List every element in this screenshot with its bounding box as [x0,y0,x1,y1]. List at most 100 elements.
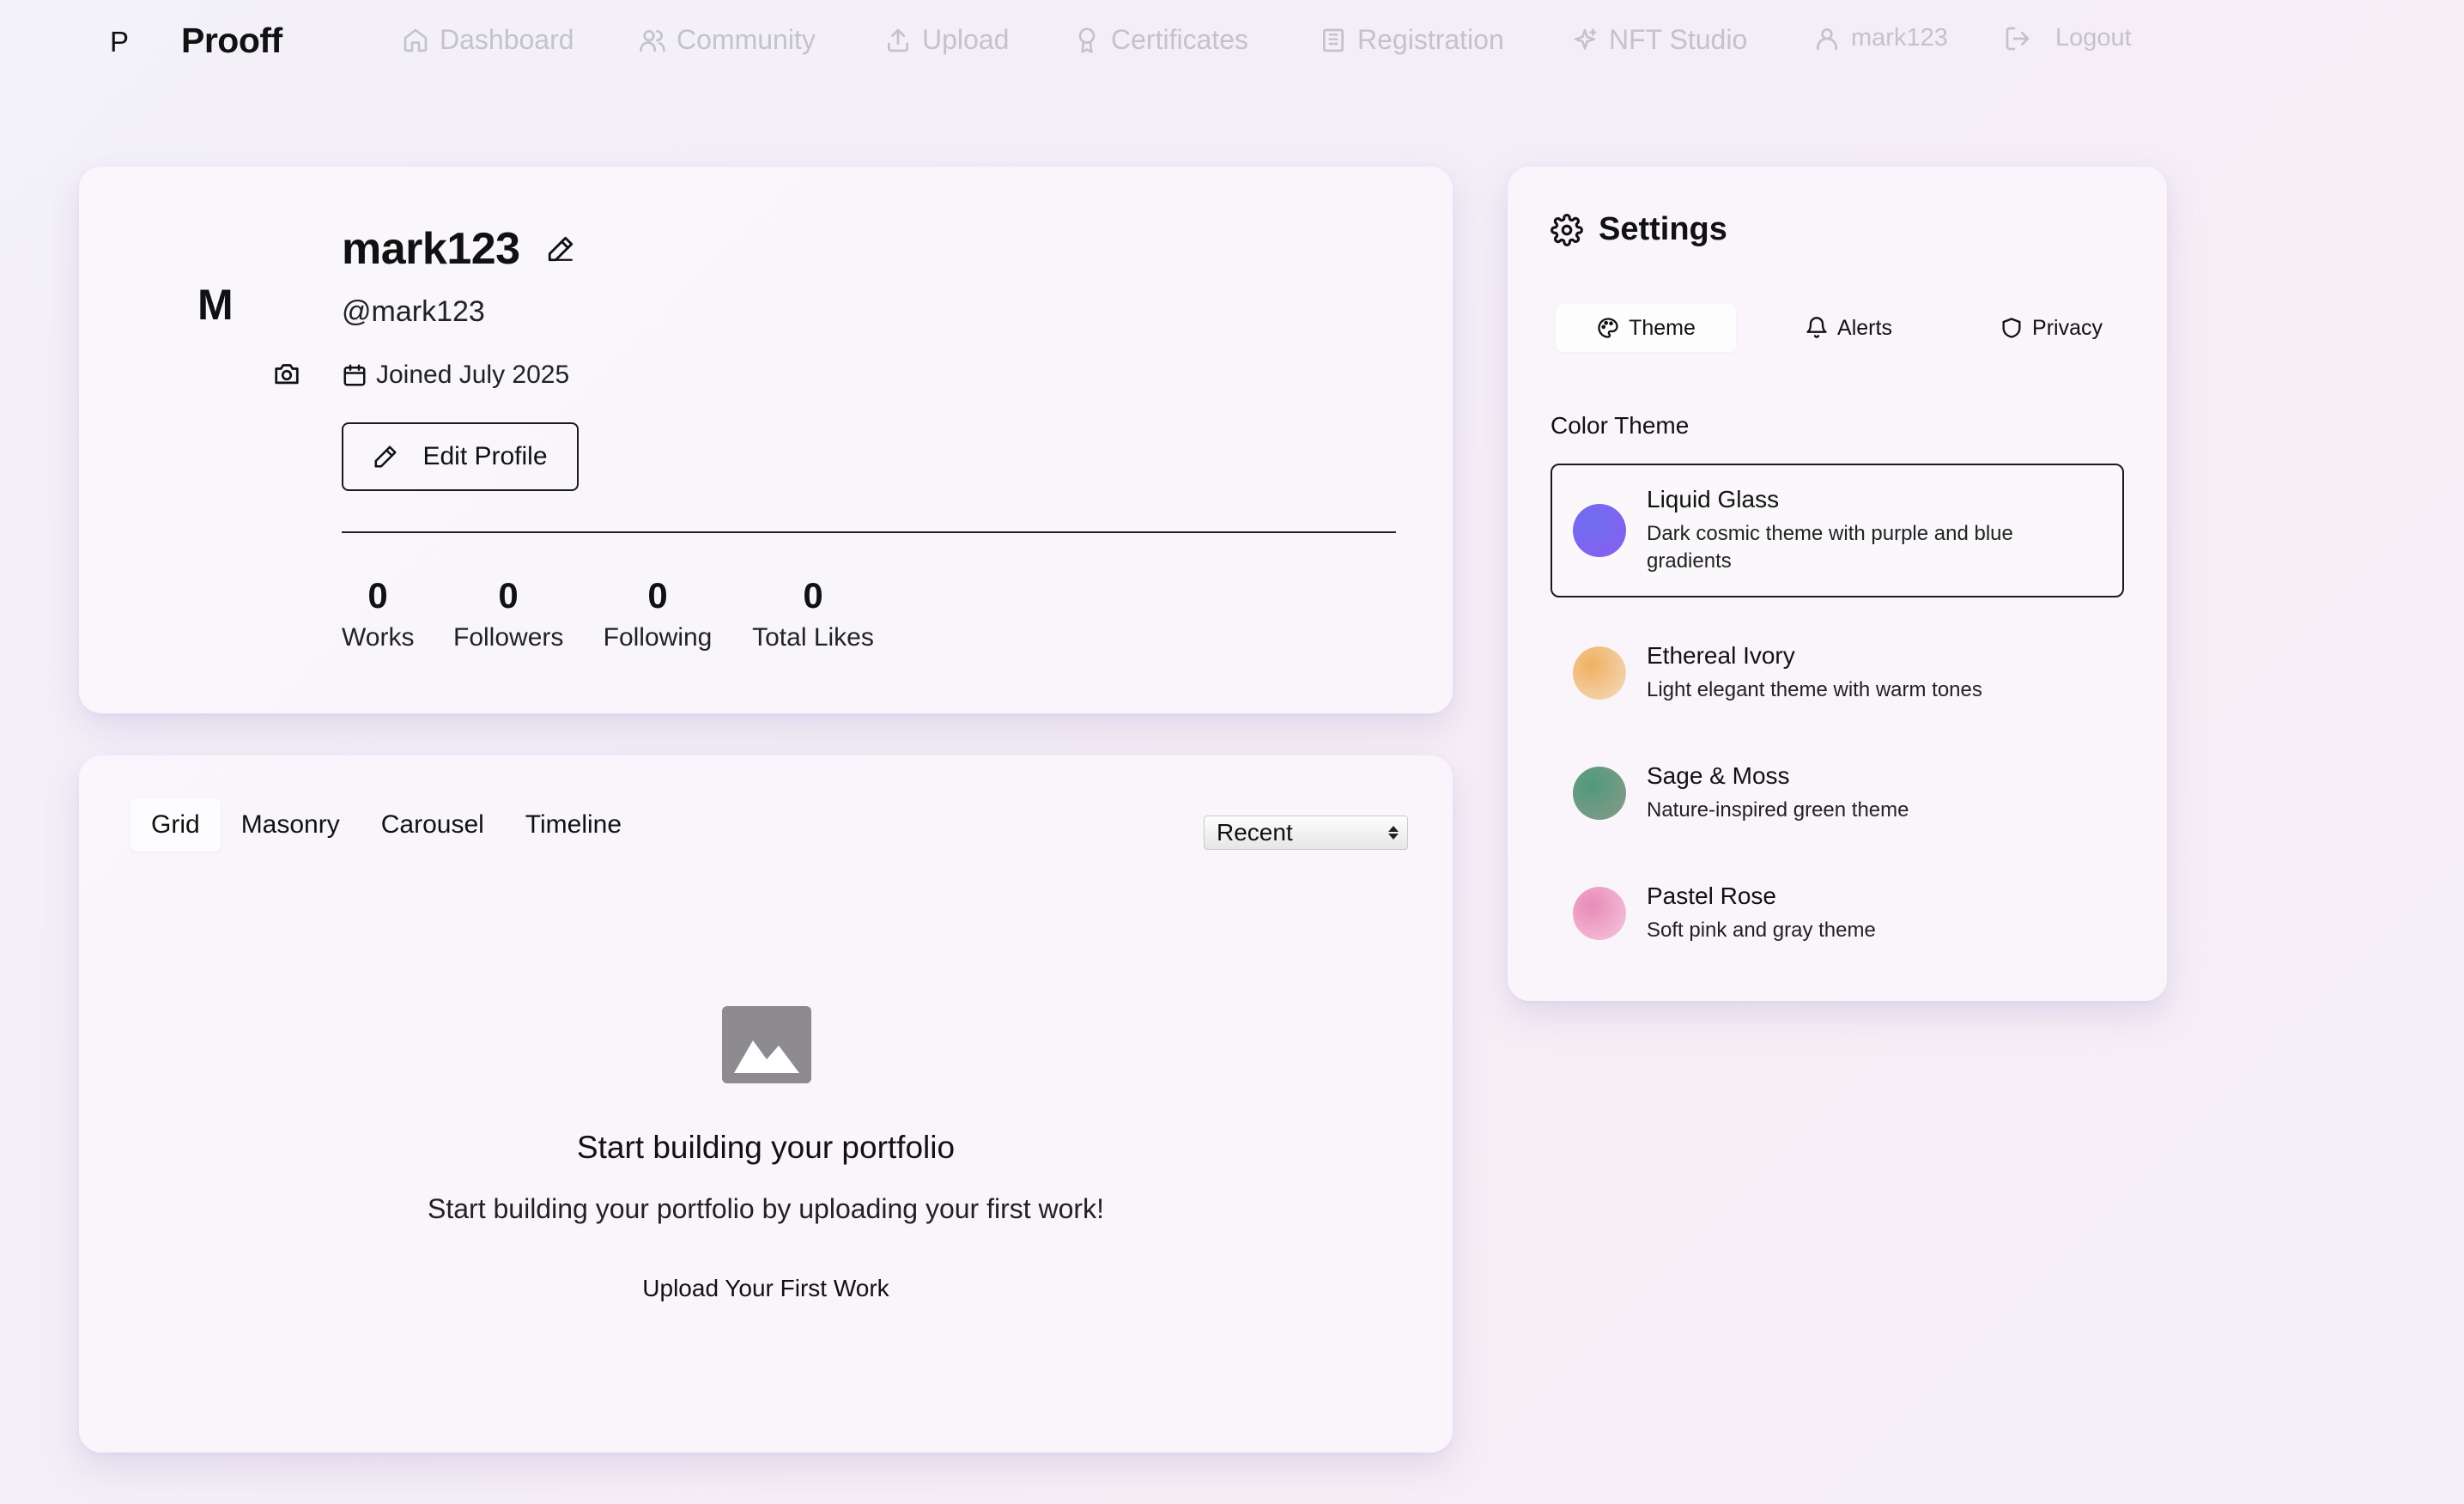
home-icon [404,28,428,52]
tab-alerts-label: Alerts [1837,315,1892,340]
tab-privacy[interactable]: Privacy [1961,304,2141,352]
stat-value: 0 [647,575,668,616]
theme-option-sage-moss[interactable]: Sage & Moss Nature-inspired green theme [1551,742,2124,845]
theme-swatch [1573,887,1626,940]
gallery-card: Grid Masonry Carousel Timeline Recent St… [79,755,1453,1452]
theme-description: Dark cosmic theme with purple and blue g… [1647,521,2013,573]
tab-masonry[interactable]: Masonry [221,798,361,852]
top-nav: P Prooff Dashboard Community Upload Cert… [0,0,2464,86]
upload-first-work-label: Upload Your First Work [642,1275,889,1301]
award-icon [1078,27,1095,53]
theme-swatch [1573,504,1626,557]
theme-text: Pastel Rose Soft pink and gray theme [1647,882,1876,944]
tab-theme-label: Theme [1629,315,1696,340]
stat-value: 0 [803,575,823,616]
edit-profile-label: Edit Profile [422,442,548,470]
nav-certificates-label: Certificates [1111,24,1249,55]
empty-state-subtitle: Start building your portfolio by uploadi… [428,1193,1104,1224]
nav-certificates[interactable]: Certificates [1073,24,1248,56]
theme-option-liquid-glass[interactable]: Liquid Glass Dark cosmic theme with purp… [1551,464,2124,597]
profile-name-row: mark123 [342,223,575,275]
nav-logout[interactable]: Logout [2004,24,2132,52]
stat-works: 0 Works [342,575,414,652]
stat-following[interactable]: 0 Following [603,575,713,652]
gear-icon [1551,213,1583,246]
stat-value: 0 [498,575,519,616]
nav-logout-label: Logout [2055,24,2132,52]
tab-carousel[interactable]: Carousel [361,798,505,852]
nav-community[interactable]: Community [639,24,816,56]
joined-date: Joined July 2025 [342,361,569,390]
profile-handle: @mark123 [342,295,485,328]
logout-icon [2006,27,2030,50]
stat-label: Works [342,623,415,652]
stat-label: Total Likes [752,623,874,652]
select-arrows-icon [1388,826,1399,840]
avatar[interactable]: M [197,280,234,330]
bell-icon [1806,317,1827,338]
joined-label: Joined July 2025 [376,361,570,389]
image-placeholder-icon [722,1006,811,1083]
view-tabs: Grid Masonry Carousel Timeline [130,798,642,852]
profile-card: M mark123 @mark123 Joined July 2025 Edit… [79,167,1453,713]
theme-name: Pastel Rose [1647,882,1776,909]
edit-profile-button[interactable]: Edit Profile [342,422,579,491]
settings-title-label: Settings [1599,211,1727,247]
calendar-icon [343,364,366,386]
stat-label: Following [603,623,713,652]
tab-alerts[interactable]: Alerts [1758,304,1939,352]
nav-community-label: Community [677,24,816,55]
stat-label: Followers [453,623,564,652]
empty-state-title: Start building your portfolio [576,1130,956,1165]
nav-nft-studio-label: NFT Studio [1609,24,1748,55]
stat-value: 0 [367,575,388,616]
nav-upload[interactable]: Upload [884,24,1009,56]
profile-name: mark123 [342,224,520,274]
brand-name[interactable]: Prooff [181,21,282,61]
upload-first-work-button[interactable]: Upload Your First Work [79,1275,1453,1302]
nav-dashboard-label: Dashboard [440,24,574,55]
palette-icon [1598,318,1618,338]
nav-user[interactable]: mark123 [1813,24,1948,52]
color-theme-heading: Color Theme [1551,412,1690,439]
theme-name: Liquid Glass [1647,485,1780,512]
nav-registration-label: Registration [1357,24,1504,55]
tab-privacy-label: Privacy [2032,315,2103,340]
nav-dashboard[interactable]: Dashboard [402,24,574,56]
tab-grid[interactable]: Grid [130,798,221,852]
theme-swatch [1573,646,1626,700]
sort-select[interactable]: Recent [1204,816,1408,850]
theme-description: Light elegant theme with warm tones [1647,677,1982,701]
theme-option-pastel-rose[interactable]: Pastel Rose Soft pink and gray theme [1551,862,2124,965]
theme-text: Liquid Glass Dark cosmic theme with purp… [1647,486,2102,576]
theme-option-ethereal-ivory[interactable]: Ethereal Ivory Light elegant theme with … [1551,622,2124,725]
stat-followers[interactable]: 0 Followers [453,575,563,652]
nav-nft-studio[interactable]: NFT Studio [1571,24,1747,56]
tab-theme[interactable]: Theme [1556,304,1736,352]
pencil-icon[interactable] [546,234,575,264]
stat-total-likes: 0 Total Likes [752,575,874,652]
building-icon [1323,28,1344,52]
theme-description: Nature-inspired green theme [1647,797,1909,822]
nav-upload-label: Upload [922,24,1010,55]
pencil-icon [374,446,397,468]
divider [342,531,1396,533]
users-icon [640,29,665,52]
camera-icon[interactable] [272,361,301,386]
user-icon [1817,27,1837,50]
nav-registration[interactable]: Registration [1320,24,1504,56]
sort-selected-value: Recent [1217,819,1293,846]
settings-title: Settings [1551,211,1727,248]
settings-card: Settings Theme Alerts Privacy Color Them… [1508,167,2167,1001]
theme-swatch [1573,767,1626,820]
sparkles-icon [1575,28,1597,50]
tab-timeline[interactable]: Timeline [505,798,642,852]
theme-text: Ethereal Ivory Light elegant theme with … [1647,642,1982,704]
settings-tabs: Theme Alerts Privacy [1556,304,2141,352]
nav-user-label: mark123 [1851,24,1948,52]
brand-mark[interactable]: P [110,26,129,58]
theme-text: Sage & Moss Nature-inspired green theme [1647,762,1909,824]
shield-icon [2002,318,2021,338]
theme-name: Sage & Moss [1647,761,1790,789]
upload-icon [888,28,908,52]
